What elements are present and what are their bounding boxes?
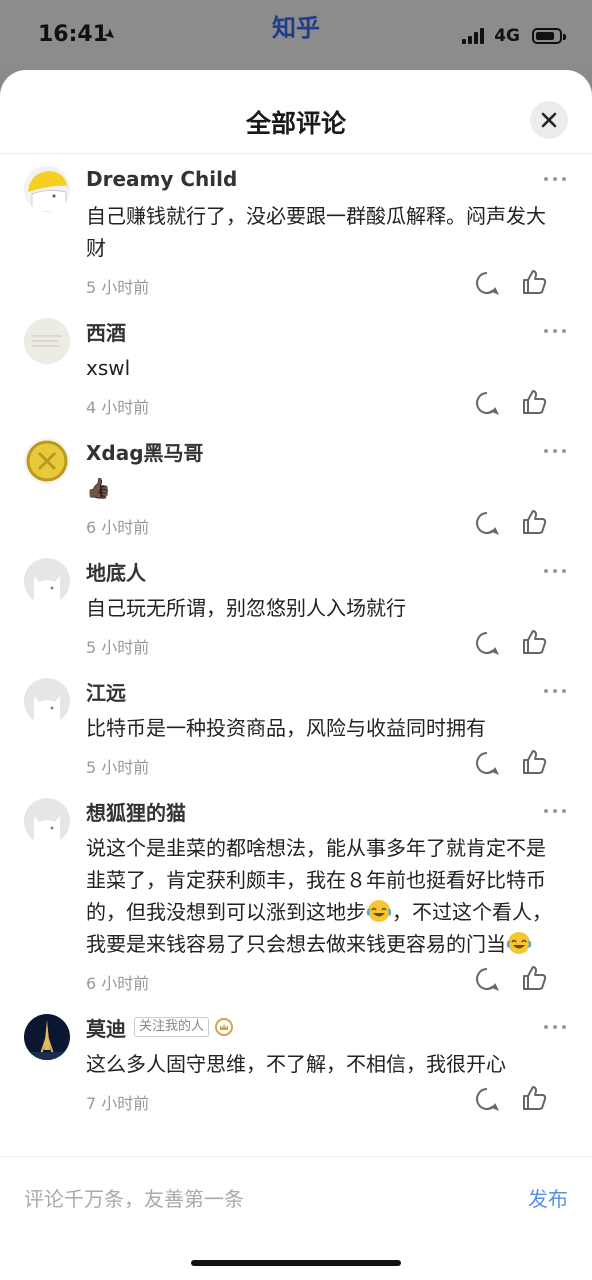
default-cat-avatar-icon — [24, 798, 70, 844]
comment-author[interactable]: 江远 — [86, 677, 126, 706]
comment-item: Xdag黑马哥 👍🏿 6 小时前 — [0, 426, 592, 546]
comment-footer: 6 小时前 — [86, 504, 568, 546]
comment-time: 5 小时前 — [86, 278, 150, 297]
like-icon[interactable] — [520, 964, 548, 992]
more-options-button[interactable] — [544, 558, 566, 584]
like-icon[interactable] — [520, 628, 548, 656]
default-cat-avatar-icon — [24, 678, 70, 724]
comment-input-bar: 评论千万条，友善第一条 发布 — [0, 1156, 592, 1238]
sheet-title: 全部评论 — [245, 109, 346, 138]
paper-avatar-icon — [24, 318, 70, 364]
comment-item: 莫迪 关注我的人 这么多人固守思维，不了解，不相信，我很开心 7 小时前 — [0, 1002, 592, 1122]
comment-text: 自己赚钱就行了，没必要跟一群酸瓜解释。闷声发大财 — [86, 204, 546, 260]
like-icon[interactable] — [520, 508, 548, 536]
comment-author[interactable]: Dreamy Child — [86, 167, 237, 191]
battery-icon — [532, 28, 566, 44]
comment-text: 👍🏿 — [86, 476, 111, 500]
comment-text: 说这个是韭菜的都啥想法，能从事多年了就肯定不是韭菜了，肯定获利颇丰，我在８年前也… — [86, 832, 568, 960]
status-bar: 16:41 ➤ 知乎 4G — [0, 0, 592, 70]
gold-coin-avatar-icon — [24, 438, 70, 484]
close-icon — [541, 112, 557, 128]
comment-author[interactable]: 地底人 — [86, 557, 146, 586]
reply-icon[interactable] — [474, 1086, 500, 1112]
reply-icon[interactable] — [474, 630, 500, 656]
reply-icon[interactable] — [474, 390, 500, 416]
comment-author[interactable]: Xdag黑马哥 — [86, 437, 204, 466]
comment-list[interactable]: Dreamy Child 自己赚钱就行了，没必要跟一群酸瓜解释。闷声发大财 5 … — [0, 154, 592, 1156]
reply-icon[interactable] — [474, 270, 500, 296]
more-options-button[interactable] — [544, 678, 566, 704]
more-options-button[interactable] — [544, 438, 566, 464]
network-type: 4G — [494, 26, 520, 46]
comment-item: 想狐狸的猫 说这个是韭菜的都啥想法，能从事多年了就肯定不是韭菜了，肯定获利颇丰，… — [0, 786, 592, 1002]
comment-item: 西酒 xswl 4 小时前 — [0, 306, 592, 426]
comment-footer: 4 小时前 — [86, 384, 568, 426]
crown-badge-icon — [215, 1018, 234, 1036]
like-icon[interactable] — [520, 268, 548, 296]
more-options-button[interactable] — [544, 318, 566, 344]
avatar[interactable] — [24, 438, 70, 484]
close-button[interactable] — [530, 101, 568, 139]
avatar[interactable] — [24, 1014, 70, 1060]
comment-item: Dreamy Child 自己赚钱就行了，没必要跟一群酸瓜解释。闷声发大财 5 … — [0, 154, 592, 306]
comment-text: 比特币是一种投资商品，风险与收益同时拥有 — [86, 716, 486, 740]
more-options-button[interactable] — [544, 1014, 566, 1040]
avatar[interactable] — [24, 166, 70, 212]
reply-icon[interactable] — [474, 510, 500, 536]
avatar[interactable] — [24, 318, 70, 364]
comment-footer: 5 小时前 — [86, 624, 568, 666]
sheet-header: 全部评论 — [0, 70, 592, 154]
comment-footer: 5 小时前 — [86, 264, 568, 306]
avatar[interactable] — [24, 678, 70, 724]
default-cat-avatar-icon — [24, 558, 70, 604]
comment-author[interactable]: 莫迪 — [86, 1013, 126, 1042]
avatar[interactable] — [24, 558, 70, 604]
comment-input[interactable]: 评论千万条，友善第一条 — [24, 1183, 244, 1212]
comment-time: 6 小时前 — [86, 974, 150, 993]
avatar[interactable] — [24, 798, 70, 844]
comment-footer: 6 小时前 — [86, 960, 568, 1002]
like-icon[interactable] — [520, 748, 548, 776]
comment-footer: 7 小时前 — [86, 1080, 568, 1122]
comment-author[interactable]: 西酒 — [86, 317, 126, 346]
comment-item: 江远 比特币是一种投资商品，风险与收益同时拥有 5 小时前 — [0, 666, 592, 786]
reply-icon[interactable] — [474, 966, 500, 992]
comment-time: 6 小时前 — [86, 518, 150, 537]
comment-time: 5 小时前 — [86, 758, 150, 777]
like-icon[interactable] — [520, 388, 548, 416]
comment-text: 这么多人固守思维，不了解，不相信，我很开心 — [86, 1052, 506, 1076]
follows-me-badge: 关注我的人 — [134, 1017, 210, 1037]
more-options-button[interactable] — [544, 798, 566, 824]
reply-icon[interactable] — [474, 750, 500, 776]
signal-strength-icon — [462, 28, 485, 44]
eiffel-night-avatar-icon — [24, 1014, 70, 1060]
comment-time: 4 小时前 — [86, 398, 150, 417]
comments-sheet: 全部评论 Dreamy Child 自己赚钱就行了，没必要跟一群酸瓜解释。闷声发… — [0, 70, 592, 1280]
comment-text: 自己玩无所谓，别忽悠别人入场就行 — [86, 596, 406, 620]
like-icon[interactable] — [520, 1084, 548, 1112]
comment-item: 地底人 自己玩无所谓，别忽悠别人入场就行 5 小时前 — [0, 546, 592, 666]
home-indicator[interactable] — [191, 1260, 401, 1266]
publish-button[interactable]: 发布 — [528, 1183, 568, 1212]
laugh-cry-emoji-icon — [366, 900, 392, 922]
comment-time: 5 小时前 — [86, 638, 150, 657]
laugh-cry-emoji-icon — [506, 932, 532, 954]
comment-footer: 5 小时前 — [86, 744, 568, 786]
status-indicators: 4G — [462, 26, 566, 46]
comment-text: xswl — [86, 356, 131, 380]
more-options-button[interactable] — [544, 166, 566, 192]
yellow-helmet-avatar-icon — [24, 166, 70, 212]
comment-author[interactable]: 想狐狸的猫 — [86, 797, 186, 826]
comment-time: 7 小时前 — [86, 1094, 150, 1113]
